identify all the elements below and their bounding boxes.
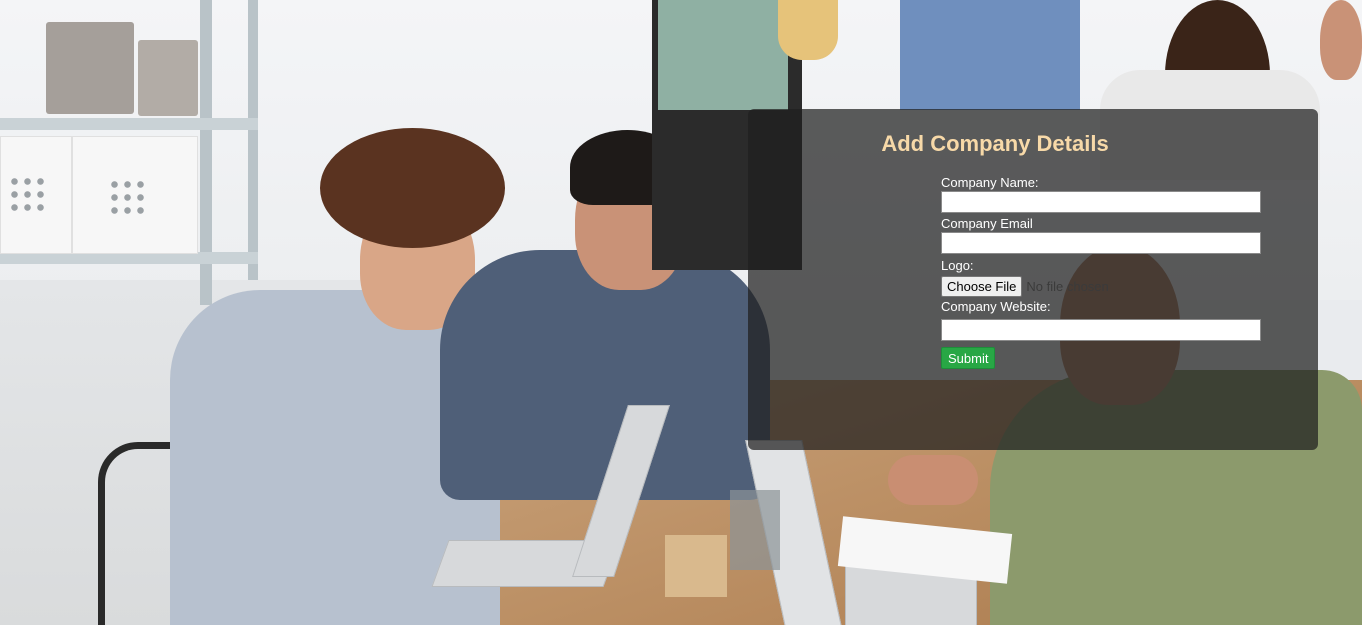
company-website-input[interactable] <box>941 319 1261 341</box>
hair <box>320 128 505 248</box>
shelf-board <box>0 118 258 130</box>
face <box>1320 0 1362 80</box>
submit-button[interactable]: Submit <box>941 347 996 369</box>
storage-holes <box>108 178 148 218</box>
basket <box>46 22 134 114</box>
company-name-label: Company Name: <box>941 175 1039 190</box>
hand <box>888 455 978 505</box>
form-title: Add Company Details <box>881 131 1109 156</box>
choose-file-button[interactable]: Choose File <box>941 275 1023 297</box>
top <box>658 0 788 110</box>
pencil-pot <box>665 535 727 597</box>
logo-label: Logo: <box>941 258 974 273</box>
company-email-label: Company Email <box>941 216 1033 231</box>
shirt <box>900 0 1080 110</box>
hair <box>778 0 838 60</box>
page: Add Company Details Company Name: Compan… <box>0 0 1362 625</box>
file-status-text: No file chosen <box>1026 278 1109 294</box>
storage-holes <box>8 175 48 215</box>
company-details-panel: Add Company Details Company Name: Compan… <box>748 109 1318 450</box>
shelf-post <box>248 0 258 280</box>
company-website-label: Company Website: <box>941 299 1051 314</box>
logo-file-picker: Choose File No file chosen <box>941 274 1263 298</box>
glass-cup <box>730 490 780 570</box>
basket <box>138 40 198 116</box>
sweater <box>440 250 770 500</box>
company-form: Company Name: Company Email Logo: Choose… <box>941 175 1263 369</box>
company-email-input[interactable] <box>941 232 1261 254</box>
company-name-input[interactable] <box>941 191 1261 213</box>
